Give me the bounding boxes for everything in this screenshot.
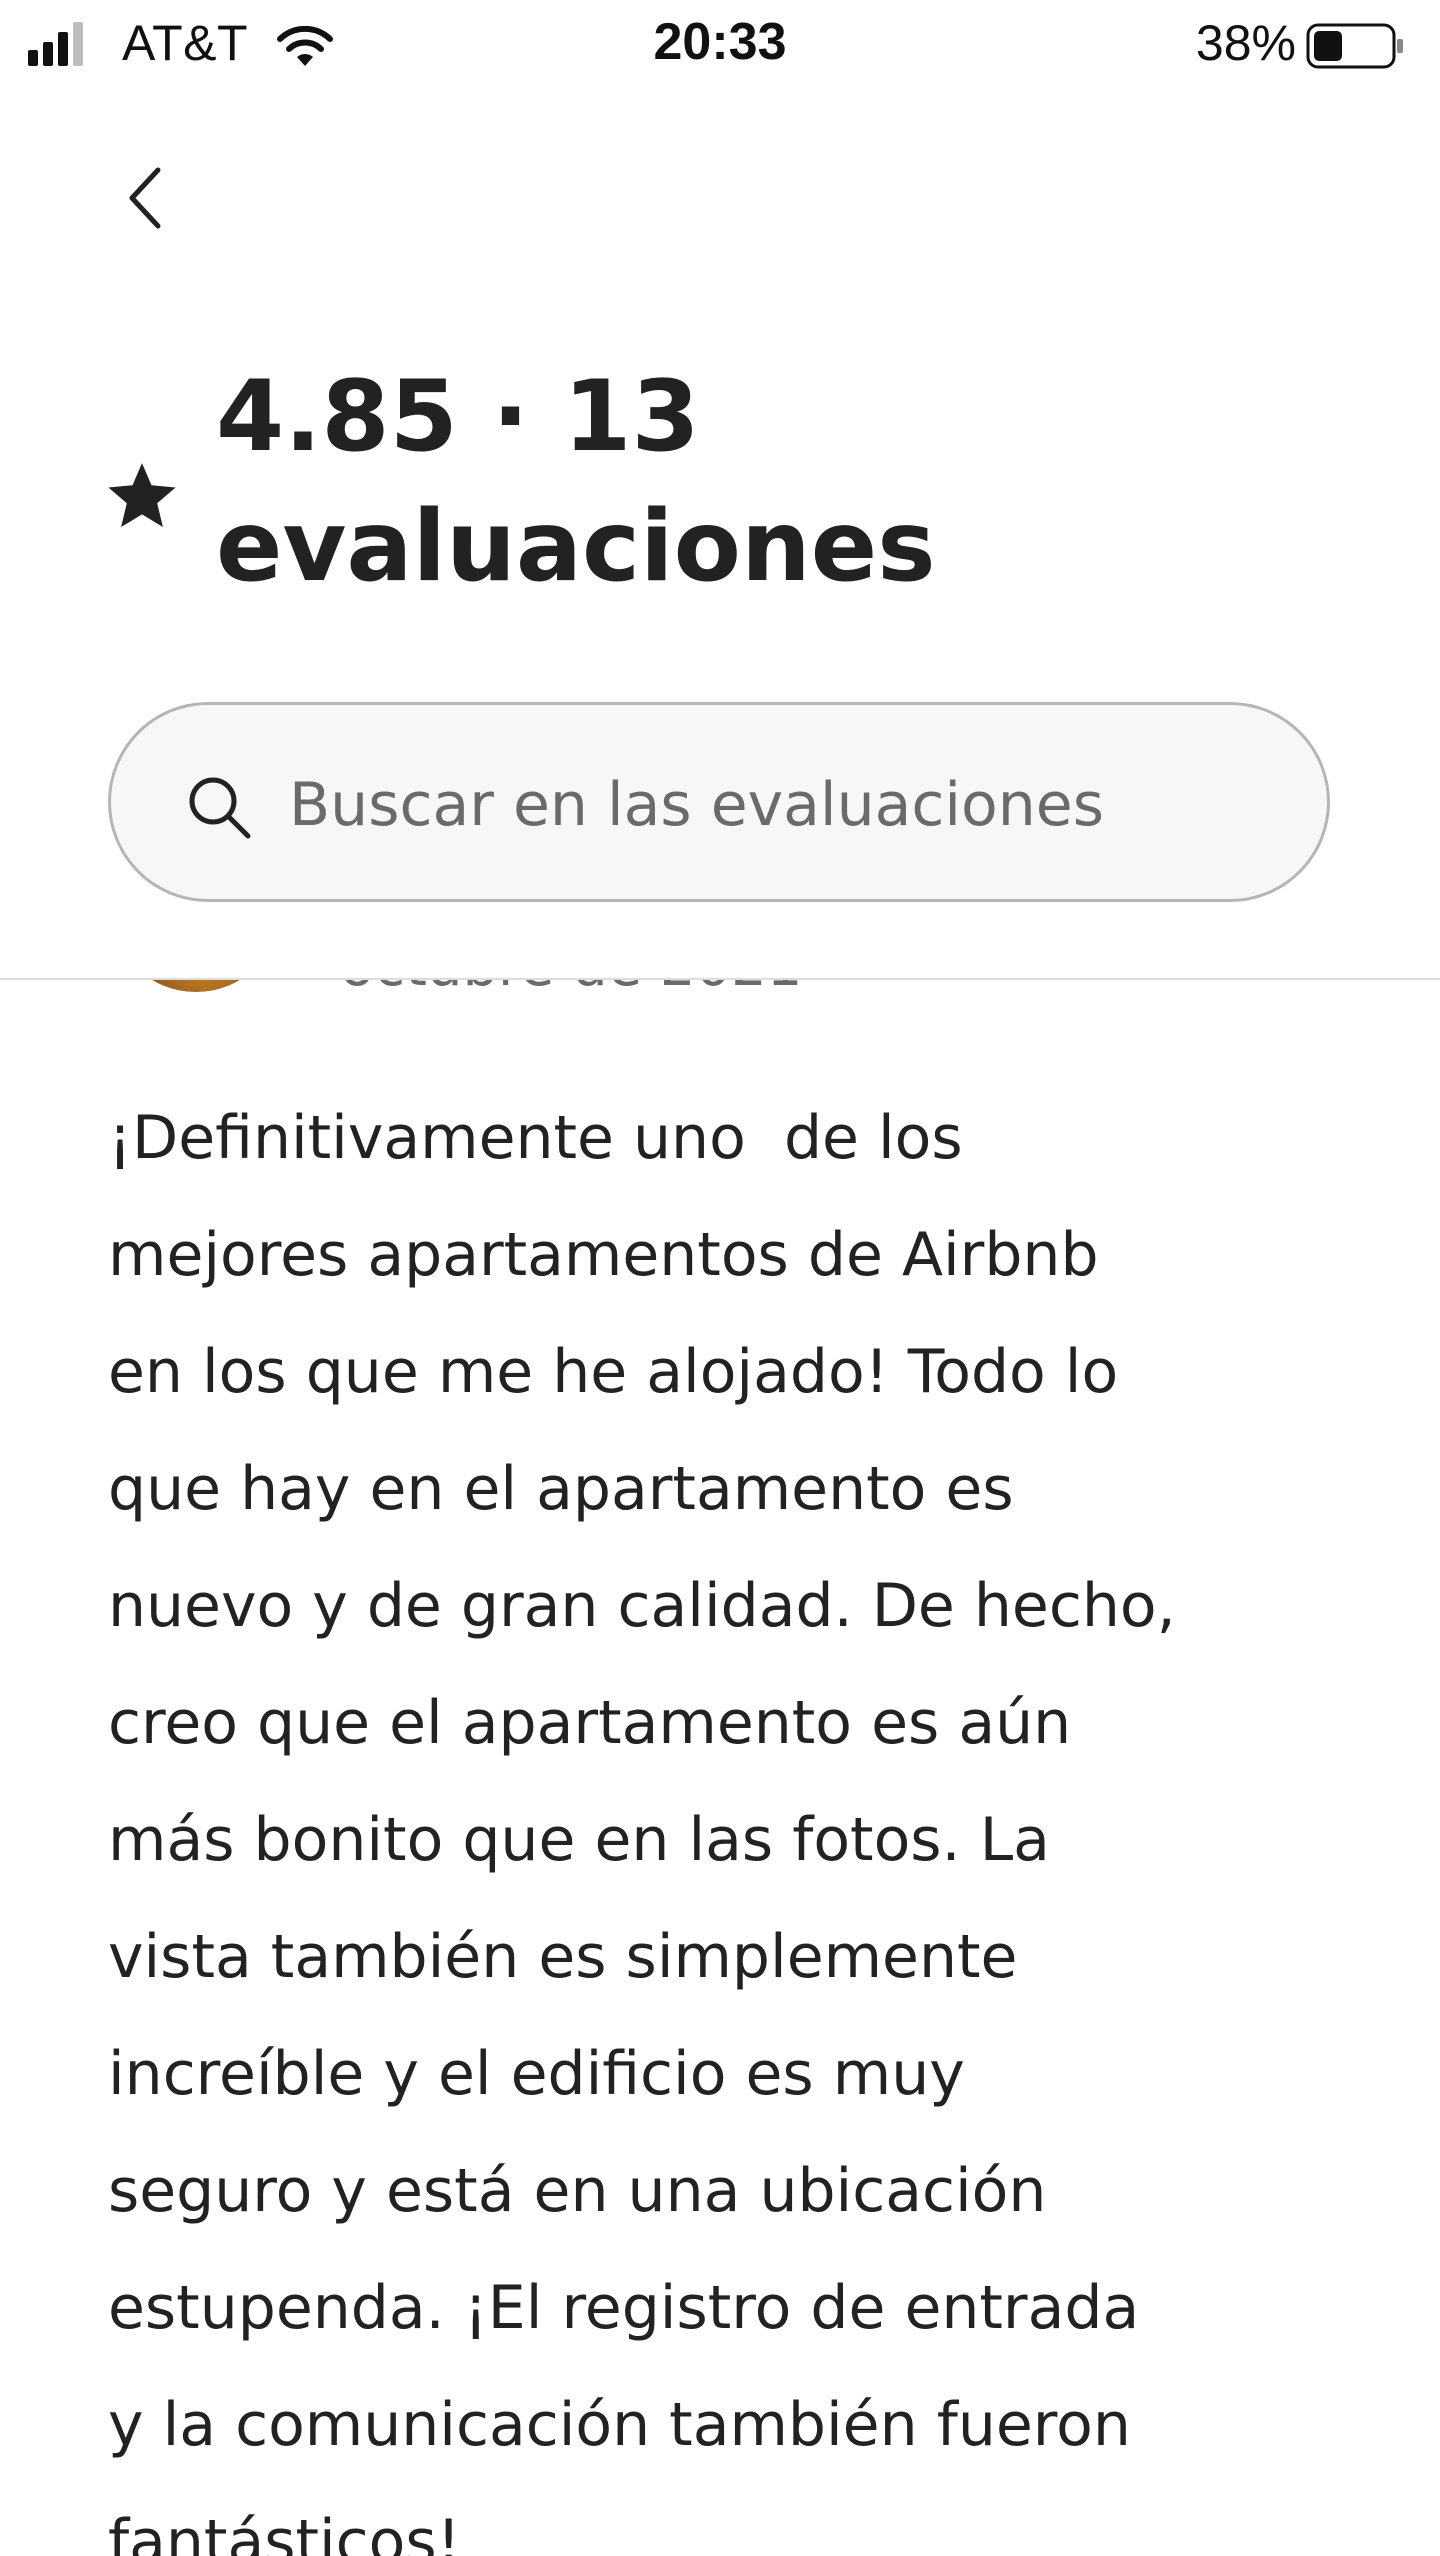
chevron-left-icon <box>129 167 161 229</box>
search-input[interactable] <box>289 745 1249 865</box>
avatar-image <box>110 980 282 992</box>
review-text: ¡Definitivamente uno de los mejores apar… <box>108 1103 1176 2556</box>
avatar[interactable] <box>110 980 282 992</box>
search-field[interactable] <box>108 702 1330 902</box>
search-icon <box>189 777 251 839</box>
rating-score-count: 4.85 · 13 <box>216 360 700 474</box>
battery-icon <box>1306 23 1403 69</box>
star-icon <box>108 463 176 528</box>
page-title: 4.85 · 13 evaluaciones <box>216 352 936 612</box>
status-bar: AT&T 20:33 38% <box>0 0 1440 92</box>
back-button[interactable] <box>106 160 182 236</box>
rating-title-label: evaluaciones <box>216 490 936 604</box>
battery-percentage: 38% <box>1195 15 1296 71</box>
review-date: octubre de 2021 <box>340 980 802 1002</box>
review-list[interactable]: octubre de 2021 ¡Definitivamente uno de … <box>0 980 1440 2556</box>
